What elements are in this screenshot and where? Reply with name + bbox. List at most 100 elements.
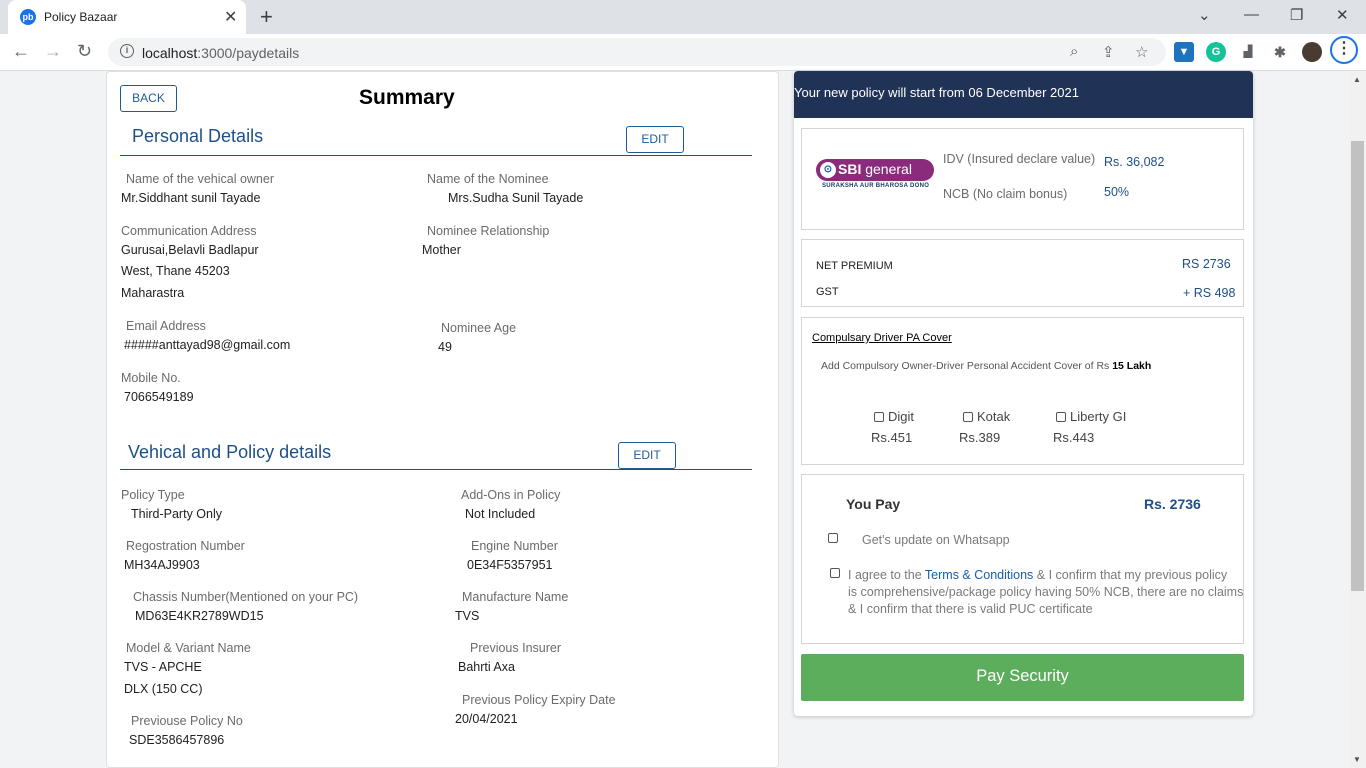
personal-details-heading: Personal Details <box>132 126 264 146</box>
url-path: :3000/paydetails <box>197 45 300 61</box>
gst-value: + RS 498 <box>1183 286 1236 300</box>
model-label: Model & Variant Name <box>126 641 251 655</box>
net-premium-label: NET PREMIUM <box>816 260 893 272</box>
page-scrollbar[interactable]: ▲ ▼ <box>1349 71 1366 768</box>
site-info-icon[interactable]: i <box>120 44 134 58</box>
share-icon[interactable]: ⇪ <box>1102 43 1115 61</box>
relationship-label: Nominee Relationship <box>427 224 550 238</box>
pa-cover-card: Compulsary Driver PA Cover Add Compulsor… <box>801 317 1244 465</box>
ncb-label: NCB (No claim bonus) <box>943 187 1068 201</box>
pa-cover-amount: 15 Lakh <box>1112 360 1152 372</box>
reload-icon[interactable]: ↻ <box>77 41 92 62</box>
net-premium-value: RS 2736 <box>1182 257 1231 271</box>
summary-title: Summary <box>359 86 455 109</box>
you-pay-amount: Rs. 2736 <box>1144 496 1201 512</box>
bookmark-star-icon[interactable]: ☆ <box>1135 43 1148 61</box>
insurer-card: ⊙ SBI general SURAKSHA AUR BHAROSA DONO … <box>801 128 1244 230</box>
shield-extension-icon[interactable]: ▼ <box>1174 42 1194 62</box>
vehicle-details-heading: Vehical and Policy details <box>128 442 332 462</box>
terms-conditions-link[interactable]: Terms & Conditions <box>925 568 1033 582</box>
policy-type-value: Third-Party Only <box>131 507 222 521</box>
terms-prefix: I agree to the <box>848 568 922 582</box>
engine-value: 0E34F5357951 <box>467 558 553 572</box>
you-pay-label: You Pay <box>846 496 901 512</box>
whatsapp-checkbox[interactable] <box>828 533 838 543</box>
terms-text: I agree to the Terms & Conditions & I co… <box>848 567 1244 618</box>
address-label: Communication Address <box>121 224 257 238</box>
payment-panel: Your new policy will start from 06 Decem… <box>794 71 1253 716</box>
scroll-thumb[interactable] <box>1351 141 1364 591</box>
browser-tab[interactable]: pb Policy Bazaar ✕ <box>8 0 246 34</box>
model-value-line1: TVS - APCHE <box>124 660 202 674</box>
browser-menu-icon[interactable]: ⋮ <box>1330 36 1358 64</box>
close-tab-icon[interactable]: ✕ <box>224 7 237 27</box>
sbi-general-logo: ⊙ SBI general SURAKSHA AUR BHAROSA DONO <box>816 155 935 195</box>
registration-label: Regostration Number <box>126 539 245 553</box>
sbi-logo-text-2: general <box>865 161 912 177</box>
kotak-checkbox[interactable] <box>963 412 973 422</box>
mobile-label: Mobile No. <box>121 371 181 385</box>
back-button[interactable]: BACK <box>120 85 177 112</box>
prev-policy-label: Previouse Policy No <box>131 714 243 728</box>
manufacture-label: Manufacture Name <box>462 590 569 604</box>
email-label: Email Address <box>126 319 206 333</box>
kotak-label: Kotak <box>977 409 1011 424</box>
tab-title: Policy Bazaar <box>44 10 118 24</box>
prev-insurer-value: Bahrti Axa <box>458 660 515 674</box>
back-arrow-icon[interactable]: ← <box>12 41 30 62</box>
you-pay-card: You Pay Rs. 2736 Get's update on Whatsap… <box>801 474 1244 644</box>
sbi-logo-tagline: SURAKSHA AUR BHAROSA DONO <box>822 183 930 189</box>
zoom-icon[interactable]: ⌕ <box>1070 43 1078 60</box>
address-line1: Gurusai,Belavli Badlapur <box>121 243 259 257</box>
pa-cover-desc-text: Add Compulsory Owner-Driver Personal Acc… <box>821 360 1110 372</box>
stats-extension-icon[interactable]: ▟ <box>1238 42 1258 62</box>
idv-label: IDV (Insured declare value) <box>943 152 1096 166</box>
addons-value: Not Included <box>465 507 536 521</box>
scroll-up-icon[interactable]: ▲ <box>1353 75 1361 84</box>
address-bar[interactable]: i localhost:3000/paydetails ⌕ ⇪ ☆ <box>108 38 1166 66</box>
new-tab-icon[interactable]: + <box>260 4 273 30</box>
model-value-line2: DLX (150 CC) <box>124 682 203 696</box>
edit-personal-button[interactable]: EDIT <box>626 126 684 153</box>
mobile-value: 7066549189 <box>124 390 194 404</box>
grammarly-icon[interactable]: G <box>1206 42 1226 62</box>
address-line3: Maharastra <box>121 286 185 300</box>
sbi-logo-text-1: SBI <box>838 161 862 177</box>
edit-vehicle-button[interactable]: EDIT <box>618 442 676 469</box>
prev-insurer-label: Previous Insurer <box>470 641 562 655</box>
chassis-value: MD63E4KR2789WD15 <box>135 609 264 623</box>
forward-arrow-icon[interactable]: → <box>44 41 62 62</box>
digit-checkbox[interactable] <box>874 412 884 422</box>
terms-line3: & I confirm that there is valid PUC cert… <box>848 602 1093 616</box>
whatsapp-label: Get's update on Whatsapp <box>862 533 1010 547</box>
sbi-logo-text: SBI general <box>838 161 912 177</box>
url-text[interactable]: localhost:3000/paydetails <box>142 45 299 61</box>
profile-avatar[interactable] <box>1302 42 1322 62</box>
liberty-checkbox[interactable] <box>1056 412 1066 422</box>
digit-label: Digit <box>888 409 915 424</box>
tab-search-icon[interactable]: ⌄ <box>1198 6 1211 24</box>
prev-expiry-label: Previous Policy Expiry Date <box>462 693 616 707</box>
chassis-label: Chassis Number(Mentioned on your PC) <box>133 590 359 604</box>
idv-value: Rs. 36,082 <box>1104 155 1165 169</box>
pa-cover-description: Add Compulsory Owner-Driver Personal Acc… <box>821 360 1151 372</box>
scroll-down-icon[interactable]: ▼ <box>1353 755 1361 764</box>
owner-label: Name of the vehical owner <box>126 172 274 186</box>
terms-rest-line1: & I confirm that my previous policy <box>1036 568 1228 582</box>
section-divider <box>120 155 752 156</box>
manufacture-value: TVS <box>455 609 480 623</box>
close-window-icon[interactable]: ✕ <box>1336 6 1349 24</box>
restore-icon[interactable]: ❐ <box>1290 6 1303 24</box>
extensions-puzzle-icon[interactable]: ✱ <box>1270 42 1290 62</box>
gst-label: GST <box>816 286 839 298</box>
engine-label: Engine Number <box>471 539 558 553</box>
terms-checkbox[interactable] <box>830 568 840 578</box>
address-line2: West, Thane 45203 <box>121 264 230 278</box>
favicon-icon: pb <box>20 9 36 25</box>
prev-expiry-value: 20/04/2021 <box>455 712 518 726</box>
prev-policy-value: SDE3586457896 <box>129 733 225 747</box>
nominee-value: Mrs.Sudha Sunil Tayade <box>448 191 584 205</box>
minimize-icon[interactable]: — <box>1244 6 1259 23</box>
pay-security-button[interactable]: Pay Security <box>801 654 1244 701</box>
relationship-value: Mother <box>422 243 461 257</box>
